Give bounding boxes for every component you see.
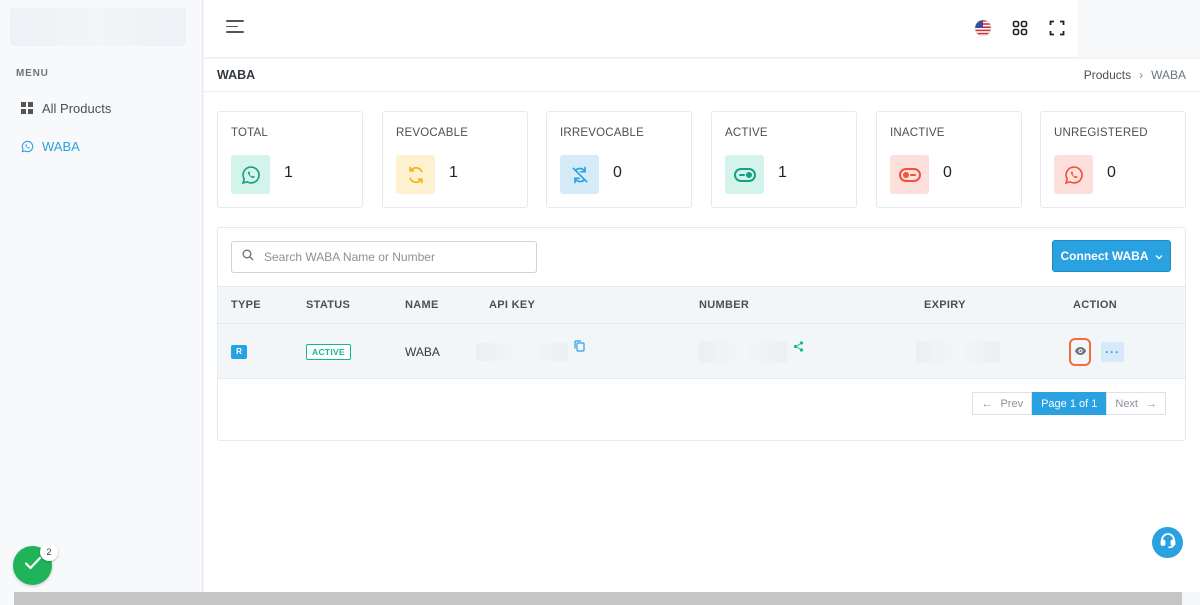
type-badge: R [231,344,247,359]
fullscreen-icon[interactable] [1047,18,1067,38]
eye-icon [1074,345,1087,359]
view-button[interactable] [1069,337,1091,366]
column-name[interactable]: NAME [405,299,439,311]
table-header: TYPE STATUS NAME API KEY NUMBER EXPIRY A… [218,286,1185,324]
logo[interactable] [10,8,186,46]
column-expiry[interactable]: EXPIRY [924,299,966,311]
prev-label: Prev [1000,397,1024,410]
sidebar-item-all-products[interactable]: All Products [20,98,111,118]
expiry-cell [916,324,1000,379]
stat-value: 1 [284,164,293,181]
sidebar-item-waba[interactable]: WABA [20,136,80,156]
connect-waba-button[interactable]: Connect WABA [1052,240,1171,272]
stat-label: INACTIVE [890,127,945,139]
stat-value: 0 [943,164,952,181]
breadcrumb: Products › WABA [1084,68,1186,82]
stat-label: IRREVOCABLE [560,127,645,139]
table-row: R ACTIVE WABA ··· [218,324,1185,379]
whatsapp-icon [231,155,270,194]
checkmark-icon [24,556,42,575]
current-page: Page 1 of 1 [1032,392,1107,415]
api-key-cell [476,324,585,379]
next-label: Next [1115,397,1138,410]
chevron-right-icon: › [1139,68,1144,82]
status-cell: ACTIVE [306,324,351,379]
sync-off-icon [560,155,599,194]
stat-label: ACTIVE [725,127,768,139]
stat-card-inactive: INACTIVE 0 [876,111,1022,208]
breadcrumb-current: WABA [1151,68,1186,82]
sidebar-item-label: WABA [42,138,80,154]
stat-card-irrevocable: IRREVOCABLE 0 [546,111,692,208]
menu-title: MENU [16,68,49,79]
stat-card-total: TOTAL 1 [217,111,363,208]
copy-icon[interactable] [574,340,585,355]
stat-value: 1 [449,164,458,181]
sidebar-item-label: All Products [42,100,112,116]
name-cell: WABA [405,344,440,359]
whatsapp-icon [20,139,34,153]
chevron-down-icon [1155,249,1163,263]
column-status[interactable]: STATUS [306,299,350,311]
us-flag-icon[interactable] [973,18,993,38]
stat-label: TOTAL [231,127,268,139]
column-api-key[interactable]: API KEY [489,299,535,311]
stat-label: UNREGISTERED [1054,127,1148,139]
horizontal-scrollbar[interactable] [14,592,1182,605]
stat-value: 0 [613,164,622,181]
expiry-value [916,340,1000,363]
stat-card-active: ACTIVE 1 [711,111,857,208]
share-icon[interactable] [793,340,804,355]
grid-icon [20,101,34,115]
page-title: WABA [217,68,256,82]
user-profile[interactable] [1078,0,1200,58]
headset-icon [1159,531,1177,554]
notification-count-badge: 2 [40,543,58,561]
prev-page-button[interactable]: ← Prev [972,392,1033,415]
api-key-value [476,342,568,361]
apps-grid-icon[interactable] [1010,18,1030,38]
type-cell: R [231,324,247,379]
number-value [699,340,787,363]
search-box [231,241,537,273]
arrow-right-icon: → [1146,397,1157,410]
arrow-left-icon: ← [981,397,993,410]
more-horizontal-icon: ··· [1105,344,1120,359]
topbar [204,0,1078,58]
page-header: WABA Products › WABA [204,59,1200,92]
stat-label: REVOCABLE [396,127,469,139]
waba-table-panel: Connect WABA TYPE STATUS NAME API KEY NU… [217,227,1186,441]
sidebar: MENU All Products WABA [0,0,203,605]
refresh-icon [396,155,435,194]
column-type[interactable]: TYPE [231,299,261,311]
pagination: ← Prev Page 1 of 1 Next → [972,392,1166,415]
more-options-button[interactable]: ··· [1101,341,1124,362]
next-page-button[interactable]: Next → [1106,392,1166,415]
stat-card-unregistered: UNREGISTERED 0 [1040,111,1186,208]
number-cell [699,324,804,379]
connect-waba-label: Connect WABA [1060,249,1149,263]
whatsapp-icon [1054,155,1093,194]
action-cell: ··· [1069,324,1124,379]
stat-value: 0 [1107,164,1116,181]
support-chat-button[interactable] [1152,527,1183,558]
hamburger-menu-icon[interactable] [226,20,246,36]
breadcrumb-products[interactable]: Products [1084,68,1131,82]
status-badge: ACTIVE [306,343,351,360]
stat-value: 1 [778,164,787,181]
column-number[interactable]: NUMBER [699,299,749,311]
toggle-off-icon [890,155,929,194]
column-action: ACTION [1073,299,1117,311]
search-icon [242,248,254,266]
toggle-on-icon [725,155,764,194]
stat-card-revocable: REVOCABLE 1 [382,111,528,208]
search-input[interactable] [264,250,524,264]
